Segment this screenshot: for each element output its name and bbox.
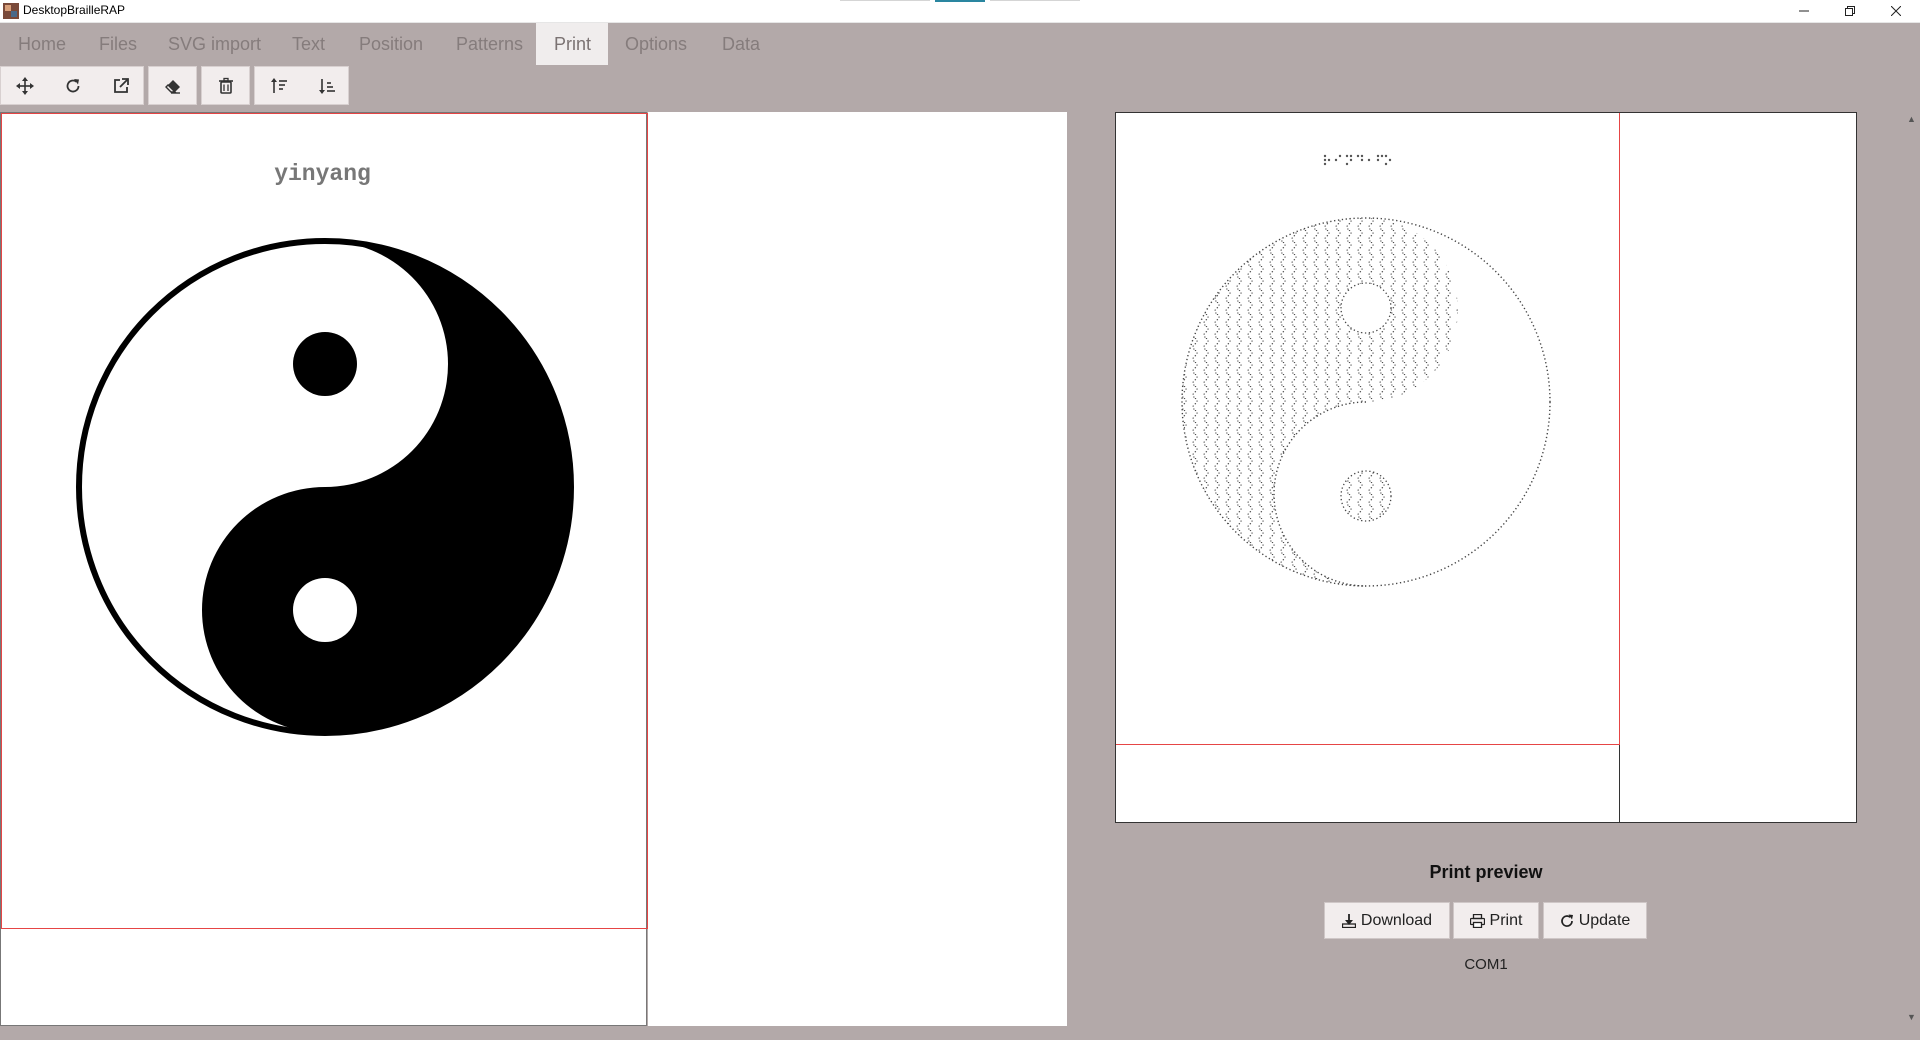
tab-patterns[interactable]: Patterns <box>438 23 541 65</box>
trash-icon <box>218 77 233 94</box>
update-button[interactable]: Update <box>1543 902 1647 939</box>
download-button[interactable]: Download <box>1324 902 1450 939</box>
rotate-icon <box>66 78 79 92</box>
close-icon <box>1891 6 1901 16</box>
erase-button[interactable] <box>149 67 196 104</box>
restore-button[interactable] <box>1827 0 1873 22</box>
menu-bar: Home Files SVG import Text Position Patt… <box>0 22 1920 65</box>
bring-forward-button[interactable] <box>255 67 302 104</box>
delete-button[interactable] <box>202 67 249 104</box>
workspace-area <box>648 112 1067 1026</box>
rotate-button[interactable] <box>49 67 96 104</box>
move-button[interactable] <box>1 67 48 104</box>
sort-up-icon <box>270 77 287 93</box>
title-drag-indicator <box>840 0 930 1</box>
minimize-button[interactable] <box>1781 0 1827 22</box>
external-link-icon <box>113 77 129 93</box>
app-icon <box>3 3 19 19</box>
title-drag-indicator-active <box>935 0 985 2</box>
download-label: Download <box>1360 911 1433 929</box>
toolbar-group-order <box>254 66 349 105</box>
minimize-icon <box>1799 10 1809 12</box>
preview-sheet-divider <box>1619 745 1620 822</box>
serial-port-label: COM1 <box>1464 956 1508 973</box>
tab-print[interactable]: Print <box>536 23 608 65</box>
window-titlebar: DesktopBrailleRAP <box>0 0 1920 23</box>
scroll-down-icon[interactable]: ▼ <box>1907 1012 1916 1022</box>
title-drag-indicator <box>990 0 1080 1</box>
print-label: Print <box>1489 911 1523 929</box>
tab-position[interactable]: Position <box>341 23 441 65</box>
toolbar-group-delete <box>201 66 250 105</box>
tab-svg-import[interactable]: SVG import <box>150 23 279 65</box>
send-backward-button[interactable] <box>303 67 350 104</box>
update-label: Update <box>1578 911 1631 929</box>
tab-home[interactable]: Home <box>0 23 84 65</box>
tab-text[interactable]: Text <box>274 23 343 65</box>
tab-options[interactable]: Options <box>607 23 705 65</box>
close-button[interactable] <box>1873 0 1919 22</box>
toolbar-group-erase <box>148 66 197 105</box>
eraser-icon <box>164 79 180 94</box>
braille-text-preview <box>1323 154 1392 166</box>
canvas-text-label[interactable]: yinyang <box>1 161 644 187</box>
download-icon <box>1341 913 1356 928</box>
print-preview-title: Print preview <box>1429 862 1543 882</box>
scroll-up-icon[interactable]: ▲ <box>1907 114 1916 124</box>
open-external-button[interactable] <box>97 67 144 104</box>
restore-icon <box>1845 6 1855 16</box>
yinyang-graphic[interactable] <box>75 237 575 737</box>
tab-data[interactable]: Data <box>704 23 778 65</box>
vertical-scrollbar[interactable]: ▲ ▼ <box>1904 112 1918 1026</box>
sort-down-icon <box>318 78 335 94</box>
printer-icon <box>1469 913 1485 928</box>
dotted-yinyang-preview <box>1181 217 1551 587</box>
edit-canvas-page[interactable]: yinyang <box>0 112 648 1026</box>
refresh-icon <box>1560 914 1573 927</box>
window-title: DesktopBrailleRAP <box>23 3 126 17</box>
move-icon <box>15 76 34 95</box>
tab-files[interactable]: Files <box>81 23 155 65</box>
toolbar-group-transform <box>0 66 144 105</box>
print-button[interactable]: Print <box>1453 902 1539 939</box>
